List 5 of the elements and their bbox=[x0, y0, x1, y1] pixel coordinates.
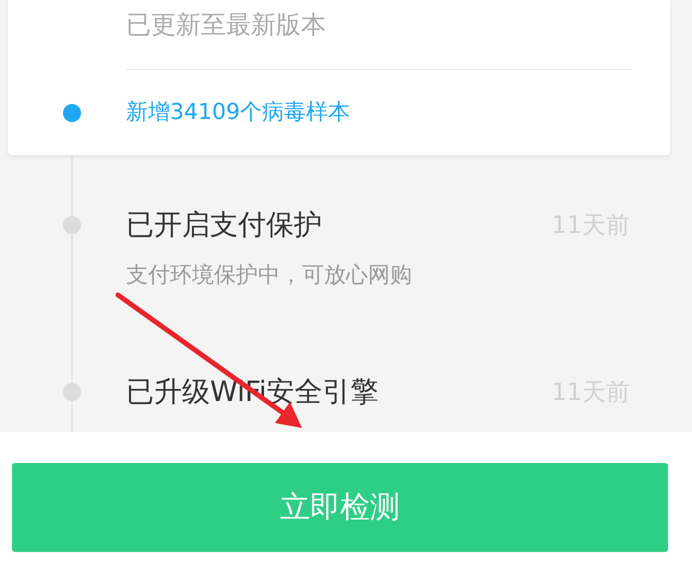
update-text: 新增34109个病毒样本 bbox=[126, 99, 350, 127]
event-title: 已开启支付保护 bbox=[126, 207, 322, 243]
scan-button[interactable]: 立即检测 bbox=[12, 463, 668, 552]
status-text: 已更新至最新版本 bbox=[126, 9, 326, 41]
event-detail: 支付环境保护中，可放心网购 bbox=[126, 262, 413, 290]
